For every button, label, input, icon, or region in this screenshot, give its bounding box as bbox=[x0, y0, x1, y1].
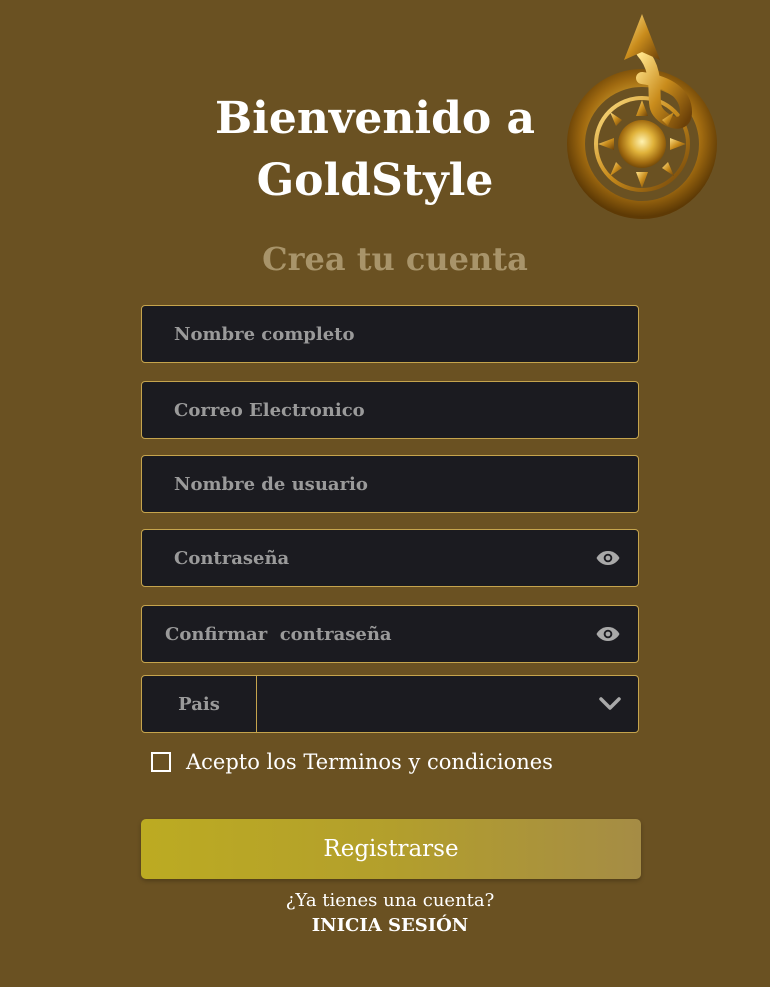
confirm-password-field bbox=[141, 605, 639, 663]
title-line-1: Bienvenido a bbox=[214, 93, 536, 144]
terms-label[interactable]: Acepto los Terminos y condiciones bbox=[186, 750, 553, 774]
page-title: Bienvenido a GoldStyle bbox=[200, 88, 550, 212]
country-select[interactable]: Pais bbox=[141, 675, 639, 733]
login-link[interactable]: INICIA SESIÓN bbox=[141, 915, 639, 936]
eye-icon[interactable] bbox=[596, 548, 620, 568]
chevron-down-icon[interactable] bbox=[598, 696, 622, 712]
full-name-input[interactable] bbox=[142, 306, 638, 362]
eye-icon[interactable] bbox=[596, 624, 620, 644]
compass-logo-icon bbox=[567, 14, 717, 219]
register-button[interactable]: Registrarse bbox=[141, 819, 641, 879]
password-input[interactable] bbox=[142, 530, 638, 586]
email-field bbox=[141, 381, 639, 439]
email-input[interactable] bbox=[142, 382, 638, 438]
username-input[interactable] bbox=[142, 456, 638, 512]
password-field bbox=[141, 529, 639, 587]
form-subtitle: Crea tu cuenta bbox=[262, 240, 528, 278]
confirm-password-input[interactable] bbox=[142, 606, 638, 662]
login-question: ¿Ya tienes una cuenta? bbox=[285, 890, 495, 911]
login-prompt: ¿Ya tienes una cuenta? INICIA SESIÓN bbox=[141, 890, 639, 936]
title-line-2: GoldStyle bbox=[256, 155, 494, 206]
username-field bbox=[141, 455, 639, 513]
full-name-field bbox=[141, 305, 639, 363]
terms-row: Acepto los Terminos y condiciones bbox=[151, 750, 553, 774]
country-label: Pais bbox=[142, 676, 257, 732]
terms-checkbox[interactable] bbox=[151, 752, 171, 772]
